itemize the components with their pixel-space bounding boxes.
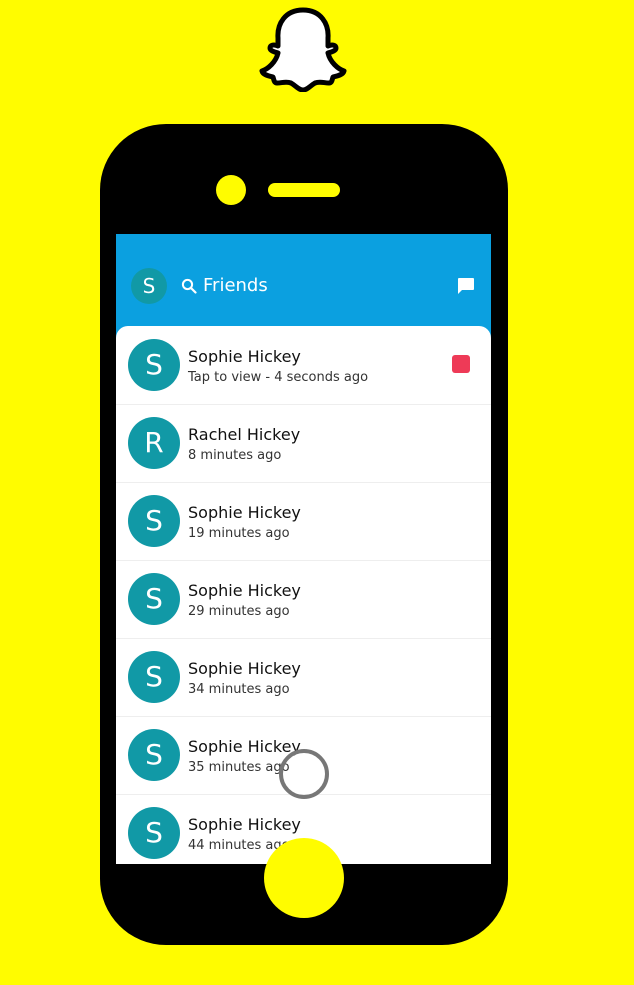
friend-avatar: S [128,807,180,859]
snapchat-ghost-logo [259,7,347,92]
profile-avatar[interactable]: S [131,268,167,304]
friend-name: Sophie Hickey [188,737,301,756]
page-title[interactable]: Friends [203,274,268,298]
phone-frame: S Friends S Sophie Hickey Tap to view - … [100,124,508,945]
friend-avatar: S [128,651,180,703]
friend-status: 19 minutes ago [188,526,290,541]
friend-row[interactable]: S Sophie Hickey 19 minutes ago [116,482,491,561]
phone-speaker [268,183,340,197]
home-button[interactable] [264,838,344,918]
friend-avatar: R [128,417,180,469]
search-icon[interactable] [181,278,197,294]
touch-cursor-indicator [279,749,329,799]
friend-avatar: S [128,729,180,781]
friend-status: 35 minutes ago [188,760,290,775]
friend-status: 8 minutes ago [188,448,282,463]
friend-avatar: S [128,339,180,391]
header-bar: S Friends [116,234,491,324]
phone-camera [216,175,246,205]
friend-name: Sophie Hickey [188,347,301,366]
friend-row[interactable]: R Rachel Hickey 8 minutes ago [116,404,491,483]
friend-avatar: S [128,495,180,547]
friend-name: Sophie Hickey [188,503,301,522]
friend-name: Rachel Hickey [188,425,301,444]
friend-name: Sophie Hickey [188,815,301,834]
friend-row[interactable]: S Sophie Hickey 34 minutes ago [116,638,491,717]
unread-snap-icon [452,355,470,373]
friend-row[interactable]: S Sophie Hickey Tap to view - 4 seconds … [116,326,491,405]
friend-status: 29 minutes ago [188,604,290,619]
friend-status: 34 minutes ago [188,682,290,697]
chat-icon[interactable] [457,277,475,295]
friend-avatar: S [128,573,180,625]
friend-row[interactable]: S Sophie Hickey 29 minutes ago [116,560,491,639]
friend-status: Tap to view - 4 seconds ago [188,370,369,385]
friend-name: Sophie Hickey [188,581,301,600]
friend-name: Sophie Hickey [188,659,301,678]
